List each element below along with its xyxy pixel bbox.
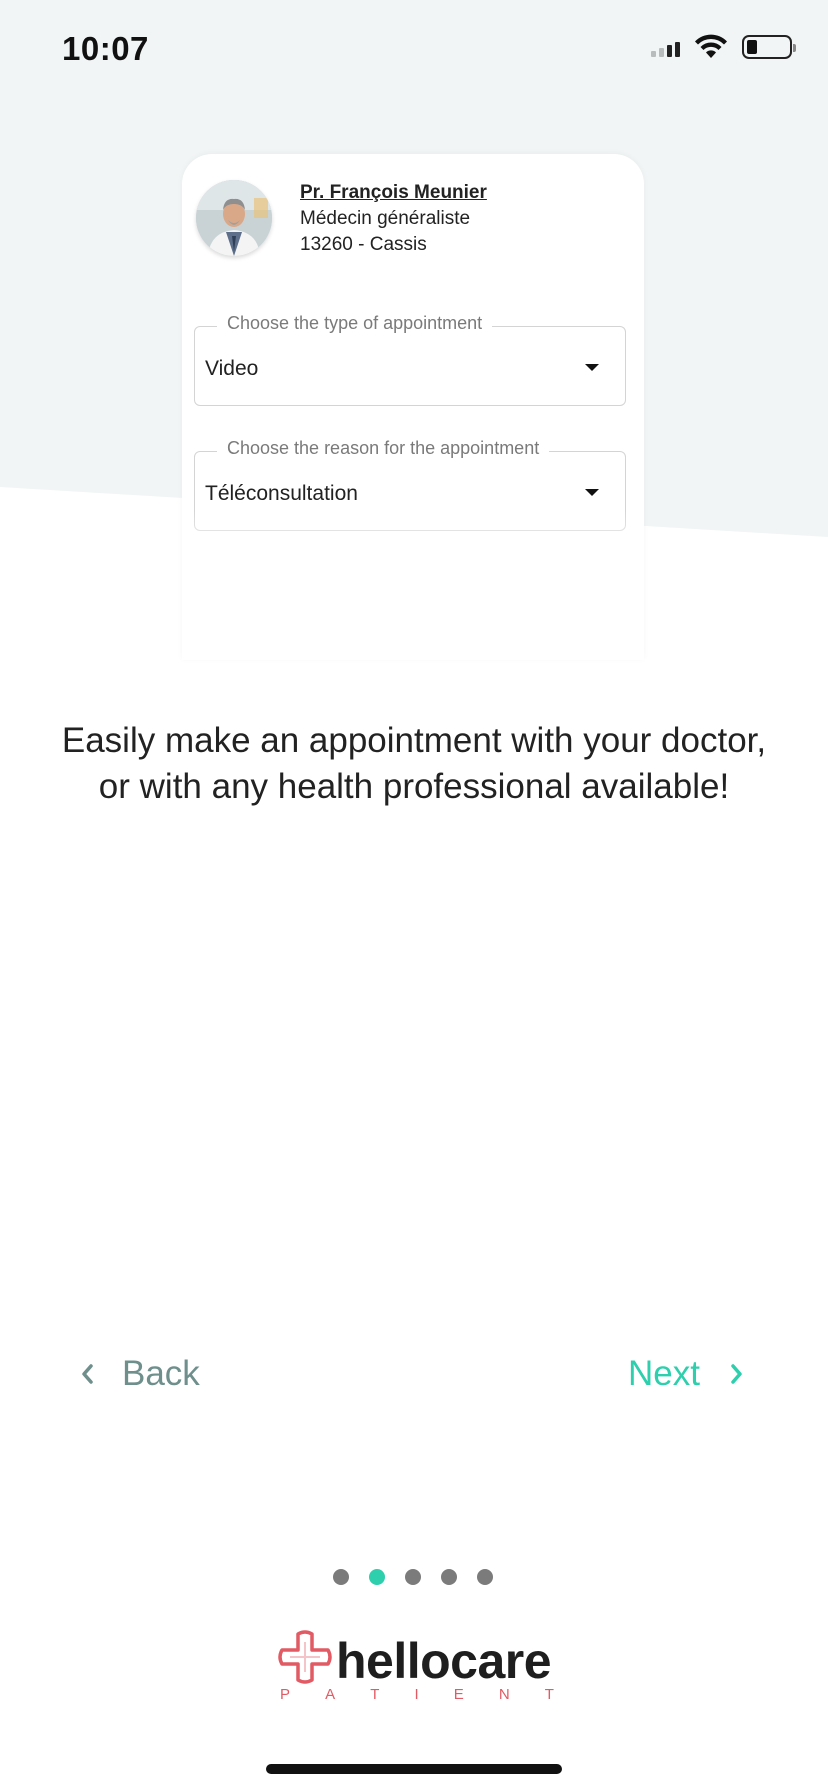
- wifi-icon: [695, 34, 727, 58]
- back-label: Back: [122, 1354, 200, 1393]
- hellocare-logo: hellocare P A T I E N T: [276, 1628, 556, 1704]
- status-time: 10:07: [62, 30, 149, 67]
- battery-icon: [742, 35, 796, 59]
- appointment-type-select[interactable]: Choose the type of appointment Video: [194, 313, 626, 406]
- page-dot[interactable]: [405, 1569, 421, 1585]
- caret-down-icon: [585, 364, 599, 371]
- status-icons: [651, 34, 796, 60]
- doctor-name[interactable]: Pr. François Meunier: [300, 182, 487, 204]
- chevron-right-icon: [731, 1364, 742, 1384]
- status-bar: 10:07: [0, 0, 828, 100]
- page-dot[interactable]: [477, 1569, 493, 1585]
- logo-sub-letter: I: [414, 1686, 419, 1703]
- appointment-type-value: Video: [205, 357, 259, 380]
- logo-sub-letter: T: [370, 1686, 380, 1703]
- page-dot[interactable]: [333, 1569, 349, 1585]
- logo-sub-letter: T: [544, 1686, 554, 1703]
- logo-sub-letter: P: [280, 1686, 291, 1703]
- medical-cross-icon: [278, 1630, 332, 1684]
- doctor-specialty: Médecin généraliste: [300, 208, 471, 229]
- logo-sub-letter: A: [325, 1686, 336, 1703]
- back-button[interactable]: Back: [80, 1350, 200, 1398]
- next-label: Next: [628, 1354, 700, 1393]
- chevron-left-icon: [82, 1364, 93, 1384]
- appointment-type-label: Choose the type of appointment: [217, 313, 493, 334]
- doctor-location: 13260 - Cassis: [300, 234, 427, 255]
- logo-sub-letter: E: [453, 1686, 464, 1703]
- page-dot[interactable]: [441, 1569, 457, 1585]
- logo-wordmark: hellocare: [336, 1633, 552, 1689]
- logo-sub-letter: N: [498, 1686, 510, 1703]
- caret-down-icon: [585, 489, 599, 496]
- appointment-preview-card: Pr. François Meunier Médecin généraliste…: [182, 154, 644, 660]
- appointment-reason-value: Téléconsultation: [205, 482, 358, 505]
- appointment-reason-label: Choose the reason for the appointment: [217, 438, 550, 459]
- cellular-signal-icon: [651, 37, 680, 57]
- page-indicator: [333, 1569, 493, 1585]
- page-dot-active[interactable]: [369, 1569, 385, 1585]
- doctor-avatar: [196, 180, 272, 256]
- home-indicator[interactable]: [266, 1764, 562, 1774]
- onboarding-headline: Easily make an appointment with your doc…: [61, 721, 767, 806]
- next-button[interactable]: Next: [628, 1350, 744, 1398]
- logo-subtitle: P A T I E N T: [280, 1686, 554, 1703]
- onboarding-screen: 10:07 Pr. François Meunier Médecin génér…: [0, 0, 828, 1792]
- card-fade-overlay: [182, 510, 644, 660]
